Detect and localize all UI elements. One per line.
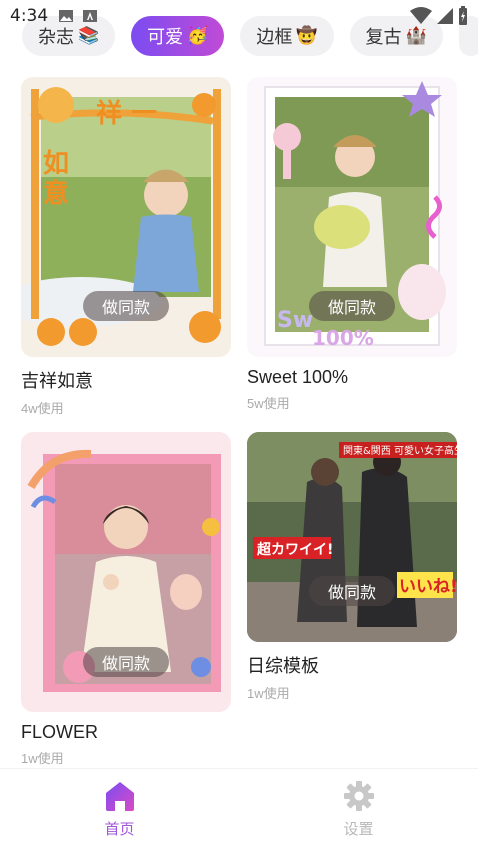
battery-icon — [459, 6, 467, 25]
frame-text-3: 如 — [43, 149, 69, 179]
nav-settings-label: 设置 — [343, 821, 374, 838]
card-title: FLOWER — [21, 722, 99, 742]
signal-icon — [437, 8, 453, 24]
card-title: 日综模板 — [247, 656, 319, 676]
make-same-button[interactable]: 做同款 — [83, 647, 169, 677]
make-same-button[interactable]: 做同款 — [309, 576, 395, 606]
frame-text-100: 100% — [312, 326, 374, 350]
make-same-button[interactable]: 做同款 — [83, 291, 169, 321]
card-usage-count: 5w使用 — [247, 396, 290, 411]
frame-text-4: 意 — [43, 178, 69, 209]
template-card[interactable]: 関東&関西 可愛い女子高生 超カワイイ! いいね! 做同款 日综模板 1w使用 — [247, 432, 457, 702]
frame-text-1: 祥 — [96, 99, 122, 129]
image-icon — [59, 10, 74, 22]
nav-settings[interactable]: 设置 — [239, 769, 478, 850]
frame-text-sweet: Sw — [277, 308, 313, 333]
card-usage-count: 4w使用 — [21, 401, 64, 416]
template-card[interactable]: Sw 100% 做同款 Sweet 100% 5w使用 — [247, 77, 457, 412]
template-thumbnail[interactable]: 做同款 — [21, 432, 231, 712]
template-preview-image: 関東&関西 可愛い女子高生 超カワイイ! いいね! — [247, 432, 457, 642]
template-card[interactable]: 做同款 FLOWER 1w使用 — [21, 432, 231, 767]
status-bar: 4:34 — [0, 0, 478, 32]
status-time: 4:34 — [10, 6, 49, 26]
frame-text-2: 一 — [131, 99, 157, 129]
frame-text-top: 関東&関西 可愛い女子高生 — [343, 444, 457, 457]
gear-icon — [343, 781, 374, 811]
card-usage-count: 1w使用 — [21, 751, 64, 766]
card-usage-count: 1w使用 — [247, 686, 290, 701]
nav-home[interactable]: 首页 — [0, 769, 239, 850]
font-icon — [83, 10, 98, 22]
home-icon — [105, 782, 134, 811]
template-thumbnail[interactable]: Sw 100% 做同款 — [247, 77, 457, 357]
nav-home-label: 首页 — [104, 821, 135, 838]
template-thumbnail[interactable]: 関東&関西 可愛い女子高生 超カワイイ! いいね! 做同款 — [247, 432, 457, 642]
frame-text-iine: いいね! — [399, 577, 457, 597]
wifi-icon — [410, 7, 432, 24]
frame-text-kawaii: 超カワイイ! — [256, 541, 333, 558]
bottom-navigation: 首页 设置 — [0, 768, 478, 850]
template-thumbnail[interactable]: 祥 一 如 意 做同款 — [21, 77, 231, 357]
template-card[interactable]: 祥 一 如 意 做同款 吉祥如意 4w使用 — [21, 77, 231, 417]
card-title: 吉祥如意 — [21, 371, 93, 391]
card-title: Sweet 100% — [247, 367, 349, 387]
make-same-button[interactable]: 做同款 — [309, 291, 395, 321]
